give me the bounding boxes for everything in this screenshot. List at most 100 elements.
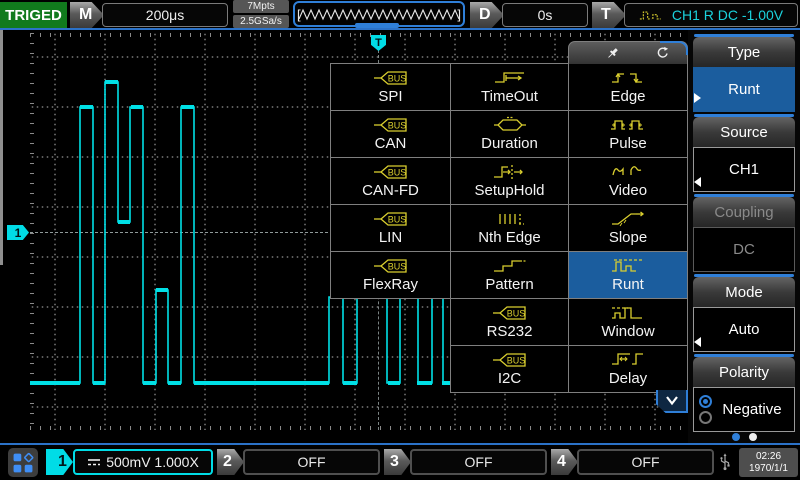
bus-icon: [373, 210, 409, 228]
softkey-pointer-icon: [694, 177, 701, 187]
menu-item-pulse[interactable]: Pulse: [568, 110, 688, 158]
dc-coupling-icon: [87, 457, 101, 467]
bus-icon: [492, 351, 528, 369]
menu-item-slope[interactable]: Slope: [568, 204, 688, 252]
section-type: Type Runt: [693, 34, 795, 112]
page-dot-active: [731, 433, 740, 441]
date-text: 1970/1/1: [749, 462, 788, 474]
pin-icon[interactable]: [605, 46, 620, 61]
preview-right-bracket: ]: [457, 7, 461, 22]
trigger-settings[interactable]: CH1 R DC -1.00V: [624, 3, 798, 27]
menu-item-lin[interactable]: LIN: [330, 204, 451, 252]
delay-value[interactable]: 0s: [502, 3, 588, 27]
delay-badge: D: [470, 2, 504, 28]
bus-icon: [492, 304, 528, 322]
menu-item-runt[interactable]: Runt: [568, 251, 688, 299]
bus-icon: [373, 257, 409, 275]
softkey-pointer-icon: [694, 93, 701, 103]
coupling-value: DC: [693, 227, 795, 272]
top-status-bar: TRIGED M 200μs 7Mpts 2.5GSa/s [ ] D 0s T…: [0, 0, 800, 30]
polarity-radio-selected[interactable]: [699, 395, 712, 408]
oscilloscope-display: 1 T SPI CAN CAN-FD LIN FlexRay TimeOut D…: [0, 30, 800, 443]
timebase-value[interactable]: 200μs: [102, 3, 228, 27]
polarity-radio-unselected[interactable]: [699, 411, 712, 424]
waveform-preview[interactable]: [ ]: [293, 1, 465, 28]
menu-item-flexray[interactable]: FlexRay: [330, 251, 451, 299]
menu-item-edge[interactable]: Edge: [568, 63, 688, 111]
menu-item-window[interactable]: Window: [568, 298, 688, 346]
bus-icon: [373, 69, 409, 87]
bus-icon: [373, 163, 409, 181]
runt-icon: [610, 257, 646, 275]
channel1-tag[interactable]: 1: [46, 449, 73, 475]
sample-rate-badge: 2.5GSa/s: [233, 15, 289, 28]
clock-display: 02:26 1970/1/1: [739, 448, 798, 477]
polarity-value[interactable]: Negative: [693, 387, 795, 432]
softkey-menu: Type Runt Source CH1 Coupling DC Mode Au…: [688, 30, 800, 443]
trigger-status-badge: TRIGED: [0, 2, 67, 28]
softkey-pointer-icon: [694, 337, 701, 347]
trigger-badge: T: [592, 2, 626, 28]
menu-item-can[interactable]: CAN: [330, 110, 451, 158]
channel2-status[interactable]: OFF: [243, 449, 380, 475]
slope-icon: [610, 210, 646, 228]
preview-left-bracket: [: [297, 7, 301, 22]
menu-item-pattern[interactable]: Pattern: [450, 251, 569, 299]
channel4-tag[interactable]: 4: [551, 449, 578, 475]
channel3-tag[interactable]: 3: [384, 449, 411, 475]
menu-page-dots: [688, 433, 800, 441]
section-mode: Mode Auto: [693, 274, 795, 352]
edge-icon: [610, 69, 646, 87]
menu-item-video[interactable]: Video: [568, 157, 688, 205]
menu-item-can-fd[interactable]: CAN-FD: [330, 157, 451, 205]
pattern-icon: [492, 257, 528, 275]
section-source: Source CH1: [693, 114, 795, 192]
menu-item-i2c[interactable]: I2C: [450, 345, 569, 393]
duration-icon: [492, 116, 528, 134]
source-header: Source: [693, 117, 795, 147]
type-value[interactable]: Runt: [693, 67, 795, 112]
section-coupling: Coupling DC: [693, 194, 795, 272]
menu-item-duration[interactable]: Duration: [450, 110, 569, 158]
channel3-status[interactable]: OFF: [410, 449, 547, 475]
menu-item-rs232[interactable]: RS232: [450, 298, 569, 346]
page-dot: [748, 433, 757, 441]
delay-icon: [610, 351, 646, 369]
coupling-header: Coupling: [693, 197, 795, 227]
time-text: 02:26: [755, 450, 782, 462]
window-icon: [610, 304, 646, 322]
menu-item-spi[interactable]: SPI: [330, 63, 451, 111]
home-menu-icon[interactable]: [8, 448, 38, 477]
preview-window-handle[interactable]: [355, 23, 399, 28]
menu-item-nth-edge[interactable]: Nth Edge: [450, 204, 569, 252]
menu-header-bar: [568, 41, 688, 64]
trigger-info-text: CH1 R DC -1.00V: [671, 7, 784, 23]
section-polarity: Polarity Negative: [693, 354, 795, 432]
channel-status-bar: 1 500mV 1.000X 2 OFF 3 OFF 4 OFF 02:26 1…: [0, 443, 800, 480]
video-icon: [610, 163, 646, 181]
bus-icon: [373, 116, 409, 134]
nth-edge-icon: [492, 210, 528, 228]
setuphold-icon: [492, 163, 528, 181]
usb-icon: [718, 453, 732, 471]
menu-item-timeout[interactable]: TimeOut: [450, 63, 569, 111]
channel2-tag[interactable]: 2: [217, 449, 244, 475]
menu-header-accent: [660, 41, 688, 55]
channel1-status[interactable]: 500mV 1.000X: [73, 449, 213, 475]
mode-value[interactable]: Auto: [693, 307, 795, 352]
app-grid-icon: [13, 452, 34, 472]
timebase-badge: M: [70, 2, 104, 28]
pulse-icon: [610, 116, 646, 134]
polarity-header: Polarity: [693, 357, 795, 387]
menu-column-right: Edge Pulse Video Slope Runt Window Delay: [568, 63, 688, 393]
menu-column-bus: SPI CAN CAN-FD LIN FlexRay: [330, 63, 451, 299]
preview-zigzag-wave: [298, 8, 460, 21]
mode-header: Mode: [693, 277, 795, 307]
runt-trigger-mini-icon: [639, 9, 665, 22]
timeout-icon: [492, 69, 528, 87]
chevron-down-icon: [666, 395, 678, 405]
menu-item-delay[interactable]: Delay: [568, 345, 688, 393]
source-value[interactable]: CH1: [693, 147, 795, 192]
menu-item-setuphold[interactable]: SetupHold: [450, 157, 569, 205]
channel4-status[interactable]: OFF: [577, 449, 714, 475]
